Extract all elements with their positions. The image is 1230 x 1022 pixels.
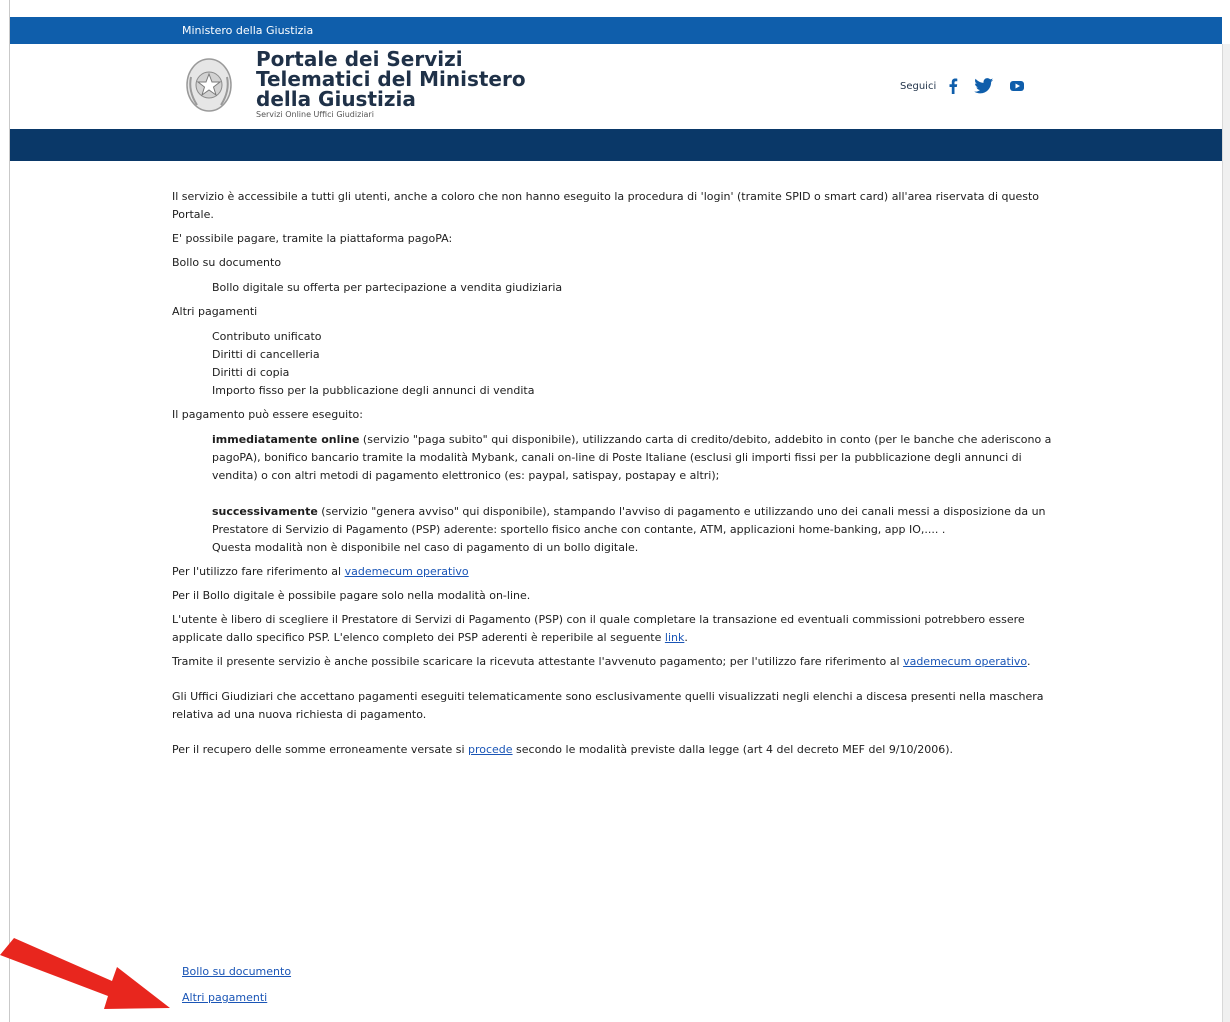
portal-subtitle: Servizi Online Uffici Giudiziari: [256, 110, 374, 119]
main-navigation-bar: [10, 129, 1222, 161]
usage-prefix: Per l'utilizzo fare riferimento al: [172, 565, 345, 578]
title-line-3: della Giustizia: [256, 87, 416, 111]
ministry-topbar: Ministero della Giustizia: [10, 17, 1222, 44]
refund-prefix: Per il recupero delle somme erroneamente…: [172, 743, 468, 756]
vademecum-link[interactable]: vademecum operativo: [345, 565, 469, 578]
altri-heading: Altri pagamenti: [172, 305, 258, 318]
list-item: Diritti di cancelleria: [212, 348, 320, 361]
receipt-text: Tramite il presente servizio è anche pos…: [172, 653, 1052, 671]
altri-list: Contributo unificato Diritti di cancelle…: [172, 328, 1052, 400]
psp-link[interactable]: link: [665, 631, 684, 644]
receipt-vademecum-link[interactable]: vademecum operativo: [903, 655, 1027, 668]
refund-suffix: secondo le modalità previste dalla legge…: [512, 743, 954, 756]
psp-text: L'utente è libero di scegliere il Presta…: [172, 611, 1052, 647]
portal-title: Portale dei Servizi Telematici del Minis…: [256, 49, 526, 119]
receipt-end: .: [1026, 655, 1031, 668]
refund-text: Per il recupero delle somme erroneamente…: [172, 741, 1052, 759]
bollo-online-text: Per il Bollo digitale è possibile pagare…: [172, 589, 531, 602]
ministry-name: Ministero della Giustizia: [182, 24, 314, 37]
psp-end: .: [684, 631, 688, 644]
usage-text: Per l'utilizzo fare riferimento al vadem…: [172, 563, 1052, 581]
twitter-icon[interactable]: [974, 78, 994, 94]
red-arrow-annotation: [0, 938, 170, 1009]
later-label: successivamente: [212, 505, 318, 518]
follow-label: Seguici: [900, 80, 937, 92]
possible-payments-text: E' possibile pagare, tramite la piattafo…: [172, 232, 453, 245]
italian-republic-emblem-icon: [186, 58, 232, 112]
facebook-icon[interactable]: [948, 78, 958, 94]
later-description: (servizio "genera avviso" qui disponibil…: [212, 505, 1046, 536]
procede-link[interactable]: procede: [468, 743, 513, 756]
bollo-documento-link[interactable]: Bollo su documento: [182, 965, 291, 978]
payment-modes-text: Il pagamento può essere eseguito:: [172, 408, 363, 421]
later-payment-text: successivamente (servizio "genera avviso…: [172, 503, 1052, 539]
youtube-icon[interactable]: [1010, 80, 1025, 92]
social-links: Seguici: [900, 74, 1040, 98]
offices-text: Gli Uffici Giudiziari che accettano paga…: [172, 690, 1044, 721]
immediate-label: immediatamente online: [212, 433, 360, 446]
intro-text: Il servizio è accessibile a tutti gli ut…: [172, 190, 1040, 221]
altri-pagamenti-link[interactable]: Altri pagamenti: [182, 991, 267, 1004]
later-note: Questa modalità non è disponibile nel ca…: [212, 541, 639, 554]
site-header: Portale dei Servizi Telematici del Minis…: [10, 44, 1222, 129]
psp-description: L'utente è libero di scegliere il Presta…: [172, 613, 1025, 644]
title-line-1: Portale dei Servizi: [256, 47, 463, 71]
scrollbar[interactable]: [1222, 44, 1230, 1022]
receipt-description: Tramite il presente servizio è anche pos…: [172, 655, 904, 668]
bollo-heading: Bollo su documento: [172, 256, 282, 269]
service-description: Il servizio è accessibile a tutti gli ut…: [172, 188, 1052, 759]
list-item: Contributo unificato: [212, 330, 322, 343]
service-links: Bollo su documento Altri pagamenti: [182, 963, 291, 1007]
title-line-2: Telematici del Ministero: [256, 67, 526, 91]
immediate-payment-text: immediatamente online (servizio "paga su…: [172, 431, 1052, 485]
bollo-item: Bollo digitale su offerta per partecipaz…: [212, 281, 563, 294]
list-item: Importo fisso per la pubblicazione degli…: [212, 384, 535, 397]
list-item: Diritti di copia: [212, 366, 290, 379]
